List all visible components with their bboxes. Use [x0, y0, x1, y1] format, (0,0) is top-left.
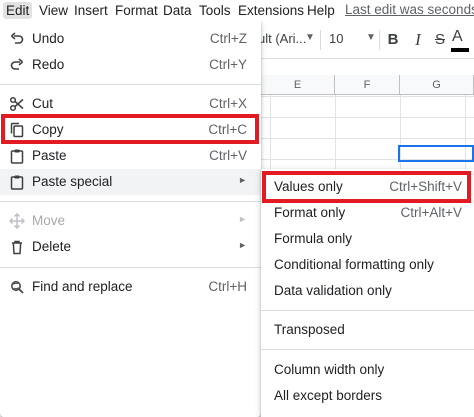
submenu-item-label: Format only — [274, 205, 346, 220]
chevron-down-icon: ▼ — [366, 32, 376, 43]
submenu-item-label: Values only — [274, 179, 343, 194]
submenu-item-values-only[interactable]: Values only Ctrl+Shift+V — [261, 174, 474, 200]
selected-cell[interactable] — [398, 145, 474, 162]
undo-icon — [10, 32, 24, 44]
menu-data[interactable]: Data — [160, 2, 195, 19]
menu-edit[interactable]: Edit — [3, 2, 33, 19]
menu-item-label: Delete — [32, 239, 72, 254]
submenu-arrow-icon: ► — [238, 240, 247, 250]
submenu-item-label: Data validation only — [274, 283, 392, 298]
submenu-item-label: Column width only — [274, 362, 385, 377]
submenu-item-format-only[interactable]: Format only Ctrl+Alt+V — [261, 200, 474, 226]
cut-icon — [9, 96, 24, 112]
menu-item-cut[interactable]: Cut Ctrl+X — [0, 91, 261, 117]
menu-item-shortcut: Ctrl+V — [209, 148, 247, 163]
submenu-item-shortcut: Ctrl+Shift+V — [389, 179, 462, 194]
menu-tools[interactable]: Tools — [196, 2, 234, 19]
menu-bar: Edit View Insert Format Data Tools Exten… — [0, 0, 474, 21]
menu-item-label: Paste special — [32, 174, 113, 189]
menu-item-label: Redo — [32, 57, 65, 72]
italic-button[interactable]: I — [408, 30, 428, 50]
move-icon — [9, 213, 25, 229]
toolbar-divider — [379, 30, 380, 50]
menu-divider — [0, 201, 261, 202]
last-edit-link[interactable]: Last edit was seconds ag — [345, 2, 474, 17]
menu-item-shortcut: Ctrl+X — [209, 96, 247, 111]
menu-item-redo[interactable]: Redo Ctrl+Y — [0, 52, 261, 78]
menu-item-shortcut: Ctrl+Z — [209, 31, 247, 46]
menu-item-shortcut: Ctrl+C — [208, 122, 247, 137]
menu-divider — [261, 349, 474, 350]
menu-divider — [0, 267, 261, 268]
toolbar-divider — [320, 30, 321, 50]
menu-item-delete[interactable]: Delete ► — [0, 234, 261, 260]
edit-menu: Undo Ctrl+Z Redo Ctrl+Y Cut Ctrl+X Copy … — [0, 21, 261, 417]
menu-item-shortcut: Ctrl+Y — [209, 57, 247, 72]
menu-format[interactable]: Format — [112, 2, 161, 19]
menu-divider — [0, 84, 261, 85]
menu-item-label: Find and replace — [32, 279, 133, 294]
submenu-item-label: All except borders — [274, 388, 383, 403]
submenu-item-column-width-only[interactable]: Column width only — [261, 357, 474, 383]
text-color-button[interactable]: A — [452, 28, 463, 46]
submenu-item-data-validation-only[interactable]: Data validation only — [261, 278, 474, 304]
bold-button[interactable]: B — [383, 30, 403, 50]
submenu-arrow-icon: ► — [238, 175, 247, 185]
menu-help[interactable]: Help — [304, 2, 338, 19]
submenu-item-formula-only[interactable]: Formula only — [261, 226, 474, 252]
column-header-f[interactable]: F — [335, 75, 400, 95]
font-family-select[interactable]: ult (Ari... — [258, 31, 306, 46]
submenu-item-label: Transposed — [274, 322, 345, 337]
menu-item-find-replace[interactable]: Find and replace Ctrl+H — [0, 274, 261, 300]
text-color-swatch — [451, 48, 469, 52]
column-header-g[interactable]: G — [400, 75, 474, 95]
submenu-arrow-icon: ► — [238, 214, 247, 224]
submenu-item-label: Formula only — [274, 231, 353, 246]
menu-insert[interactable]: Insert — [71, 2, 111, 19]
column-header-e[interactable]: E — [261, 75, 335, 95]
menu-item-label: Copy — [32, 122, 64, 137]
menu-item-label: Move — [32, 213, 66, 228]
paste-special-icon — [10, 175, 24, 190]
redo-icon — [10, 58, 24, 70]
menu-view[interactable]: View — [36, 2, 71, 19]
menu-item-paste-special[interactable]: Paste special ► — [0, 169, 261, 195]
submenu-item-all-except-borders[interactable]: All except borders — [261, 383, 474, 409]
menu-item-paste[interactable]: Paste Ctrl+V — [0, 143, 261, 169]
submenu-item-conditional-formatting-only[interactable]: Conditional formatting only — [261, 252, 474, 278]
menu-item-label: Undo — [32, 31, 65, 46]
delete-icon — [12, 240, 22, 255]
menu-extensions[interactable]: Extensions — [235, 2, 307, 19]
menu-item-shortcut: Ctrl+H — [208, 279, 247, 294]
submenu-item-label: Conditional formatting only — [274, 257, 434, 272]
copy-icon — [10, 122, 24, 138]
menu-divider — [261, 310, 474, 311]
menu-item-move[interactable]: Move ► — [0, 208, 261, 234]
paste-icon — [10, 149, 24, 164]
menu-item-undo[interactable]: Undo Ctrl+Z — [0, 26, 261, 52]
menu-item-label: Cut — [32, 96, 54, 111]
find-replace-icon — [11, 281, 24, 294]
strikethrough-button[interactable]: S — [430, 30, 450, 50]
menu-item-label: Paste — [32, 148, 67, 163]
menu-item-copy[interactable]: Copy Ctrl+C — [0, 117, 261, 143]
font-size-select[interactable]: 10 — [329, 31, 343, 46]
submenu-item-transposed[interactable]: Transposed — [261, 317, 474, 343]
submenu-item-shortcut: Ctrl+Alt+V — [400, 205, 462, 220]
paste-special-submenu: Values only Ctrl+Shift+V Format only Ctr… — [261, 169, 474, 417]
chevron-down-icon: ▼ — [305, 32, 315, 43]
